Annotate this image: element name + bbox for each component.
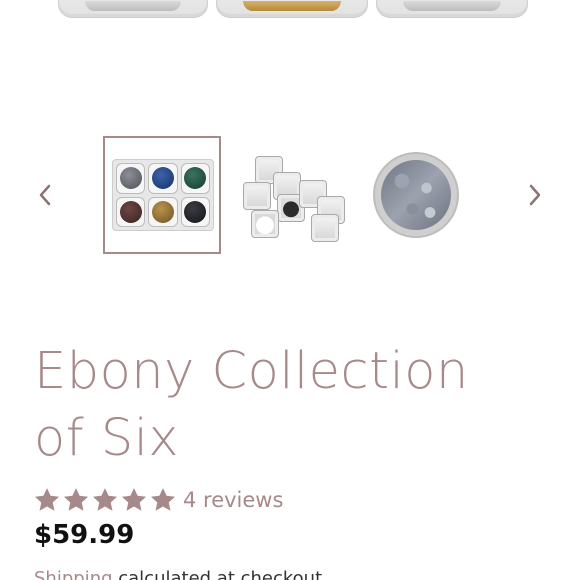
product-price: $59.99: [34, 520, 135, 550]
shipping-note: Shipping calculated at checkout.: [34, 568, 328, 580]
star-icon: [121, 488, 147, 511]
swatch: [184, 167, 207, 190]
star-icon: [92, 488, 118, 511]
star-icon: [63, 488, 89, 511]
thumbnail-silver-glitter-jar[interactable]: [362, 136, 480, 254]
carousel-next-button[interactable]: [522, 180, 548, 210]
swatch: [119, 167, 142, 190]
jar-image: [251, 210, 279, 238]
swatch: [119, 200, 142, 223]
thumbnail-scattered-jars[interactable]: [233, 136, 351, 254]
product-main-image: [0, 0, 580, 22]
thumbnail-carousel: [0, 130, 580, 260]
swatch: [184, 200, 207, 223]
product-title-line2: of Six: [34, 409, 180, 468]
product-rating[interactable]: 4 reviews: [33, 485, 283, 515]
shipping-note-text: calculated at checkout.: [112, 568, 328, 580]
jar-image: [243, 182, 271, 210]
reviews-count-link[interactable]: 4 reviews: [183, 488, 283, 512]
carousel-prev-button[interactable]: [32, 180, 58, 210]
thumbnail-six-jar-palette[interactable]: [103, 136, 221, 254]
six-jar-palette-image: [112, 159, 214, 231]
chevron-left-icon: [39, 184, 51, 206]
star-icon: [150, 488, 176, 511]
star-icon: [34, 488, 60, 511]
jar-image: [216, 0, 368, 18]
jar-image: [311, 214, 339, 242]
glitter-jar-image: [373, 152, 459, 238]
jar-image: [58, 0, 208, 18]
product-title-line1: Ebony Collection: [34, 342, 469, 401]
product-title: Ebony Collection of Six: [34, 338, 554, 472]
jar-image: [376, 0, 528, 18]
star-rating: [33, 486, 177, 514]
swatch: [151, 167, 174, 190]
swatch: [151, 200, 174, 223]
chevron-right-icon: [529, 184, 541, 206]
shipping-link[interactable]: Shipping: [34, 568, 113, 580]
product-page: Ebony Collection of Six 4 reviews $59.99…: [0, 0, 580, 580]
